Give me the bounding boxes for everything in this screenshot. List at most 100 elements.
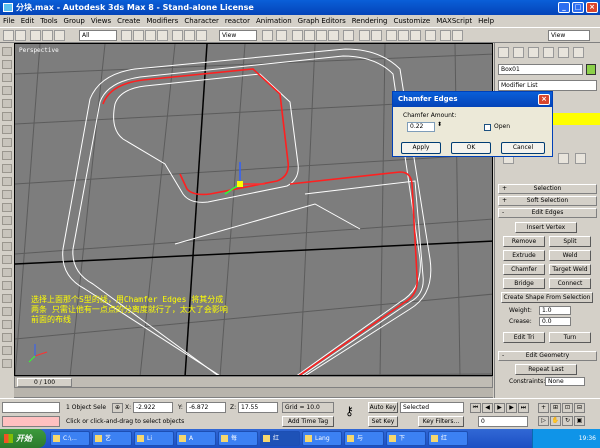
add-time-tag-button[interactable]: Add Time Tag: [282, 416, 334, 427]
select-move-icon[interactable]: [172, 30, 183, 41]
snap-toggle-icon[interactable]: [292, 30, 303, 41]
amount-spinner-icon[interactable]: ⬍: [437, 121, 442, 128]
zoom-icon[interactable]: +: [538, 403, 549, 413]
x-coordinate-field[interactable]: -2.922: [133, 402, 173, 413]
go-to-end-icon[interactable]: ⏭: [518, 403, 529, 413]
tool-icon[interactable]: [2, 164, 12, 173]
maximize-button[interactable]: □: [572, 2, 584, 13]
utilities-tab-icon[interactable]: [573, 47, 584, 58]
link-icon[interactable]: [30, 30, 41, 41]
key-mode-dropdown[interactable]: Selected: [400, 402, 464, 413]
tool-icon[interactable]: [2, 268, 12, 277]
tool-icon[interactable]: [2, 294, 12, 303]
menu-modifiers[interactable]: Modifiers: [146, 15, 178, 27]
tool-icon[interactable]: [2, 346, 12, 355]
y-coordinate-field[interactable]: -6.872: [186, 402, 226, 413]
tool-icon[interactable]: [2, 138, 12, 147]
insert-vertex-button[interactable]: Insert Vertex: [515, 222, 577, 233]
tool-icon[interactable]: [2, 151, 12, 160]
ok-button[interactable]: OK: [451, 142, 491, 154]
connect-button[interactable]: Connect: [549, 278, 591, 289]
zoom-all-icon[interactable]: ⊞: [550, 403, 561, 413]
tool-icon[interactable]: [2, 216, 12, 225]
rollout-soft-selection[interactable]: + Soft Selection: [498, 196, 597, 206]
key-icon[interactable]: ⚷: [345, 405, 354, 417]
listener-output[interactable]: [2, 416, 60, 427]
rollout-edit-edges[interactable]: - Edit Edges: [498, 208, 597, 218]
pivot-center-icon[interactable]: [262, 30, 273, 41]
minimize-button[interactable]: _: [558, 2, 570, 13]
spinner-snap-icon[interactable]: [328, 30, 339, 41]
window-crossing-icon[interactable]: [157, 30, 168, 41]
constraints-dropdown[interactable]: None: [545, 377, 585, 386]
start-button[interactable]: 开始: [0, 429, 46, 448]
time-slider-thumb[interactable]: 0 / 100: [17, 378, 72, 387]
z-coordinate-field[interactable]: 17.55: [238, 402, 278, 413]
extrude-button[interactable]: Extrude: [503, 250, 545, 261]
rectangle-selection-icon[interactable]: [145, 30, 156, 41]
menu-maxscript[interactable]: MAXScript: [436, 15, 472, 27]
render-scene-icon[interactable]: [440, 30, 451, 41]
menu-create[interactable]: Create: [117, 15, 140, 27]
turn-button[interactable]: Turn: [549, 332, 591, 343]
menu-edit[interactable]: Edit: [21, 15, 35, 27]
remove-modifier-icon[interactable]: [558, 153, 569, 164]
material-editor-icon[interactable]: [425, 30, 436, 41]
arc-rotate-icon[interactable]: ↻: [562, 416, 573, 426]
taskbar-item[interactable]: 每: [218, 431, 258, 446]
weld-button[interactable]: Weld: [549, 250, 591, 261]
align-icon[interactable]: [371, 30, 382, 41]
create-tab-icon[interactable]: [498, 47, 509, 58]
layer-manager-icon[interactable]: [386, 30, 397, 41]
chamfer-button[interactable]: Chamfer: [503, 264, 545, 275]
display-tab-icon[interactable]: [558, 47, 569, 58]
tool-icon[interactable]: [2, 99, 12, 108]
select-manipulate-icon[interactable]: [276, 30, 287, 41]
tool-icon[interactable]: [2, 255, 12, 264]
taskbar-item[interactable]: 下: [386, 431, 426, 446]
play-icon[interactable]: ▶: [494, 403, 505, 413]
zoom-extents-all-icon[interactable]: ⊟: [574, 403, 585, 413]
hierarchy-tab-icon[interactable]: [528, 47, 539, 58]
auto-key-button[interactable]: Auto Key: [368, 402, 398, 413]
modifier-list-dropdown[interactable]: Modifier List: [498, 80, 597, 91]
taskbar-item[interactable]: Li: [134, 431, 174, 446]
menu-rendering[interactable]: Rendering: [352, 15, 388, 27]
tool-icon[interactable]: [2, 112, 12, 121]
clock[interactable]: 19:36: [579, 435, 596, 442]
chamfer-amount-input[interactable]: 0.22: [407, 122, 435, 132]
apply-button[interactable]: Apply: [401, 142, 441, 154]
viewport-label[interactable]: Perspective: [19, 47, 59, 54]
menu-file[interactable]: File: [3, 15, 15, 27]
key-filters-button[interactable]: Key Filters...: [418, 416, 464, 427]
close-button[interactable]: ×: [586, 2, 598, 13]
tool-icon[interactable]: [2, 86, 12, 95]
tool-icon[interactable]: [2, 177, 12, 186]
menu-help[interactable]: Help: [478, 15, 494, 27]
edit-tri-button[interactable]: Edit Tri: [503, 332, 545, 343]
render-type-dropdown[interactable]: View: [548, 30, 590, 41]
taskbar-item[interactable]: C:\...: [50, 431, 90, 446]
modify-tab-icon[interactable]: [513, 47, 524, 58]
menu-reactor[interactable]: reactor: [225, 15, 250, 27]
go-to-start-icon[interactable]: ⏮: [470, 403, 481, 413]
motion-tab-icon[interactable]: [543, 47, 554, 58]
reference-coordinate-dropdown[interactable]: View: [219, 30, 257, 41]
taskbar-item[interactable]: 与: [344, 431, 384, 446]
undo-icon[interactable]: [3, 30, 14, 41]
tool-icon[interactable]: [2, 47, 12, 56]
tool-icon[interactable]: [2, 60, 12, 69]
bind-space-warp-icon[interactable]: [54, 30, 65, 41]
taskbar-item[interactable]: Lang: [302, 431, 342, 446]
named-selection-icon[interactable]: [343, 30, 354, 41]
tool-icon[interactable]: [2, 307, 12, 316]
rollout-selection[interactable]: + Selection: [498, 184, 597, 194]
selection-filter-dropdown[interactable]: All: [79, 30, 117, 41]
next-frame-icon[interactable]: ▶: [506, 403, 517, 413]
dialog-close-icon[interactable]: ×: [538, 94, 550, 105]
menu-tools[interactable]: Tools: [40, 15, 57, 27]
field-of-view-icon[interactable]: ▷: [538, 416, 549, 426]
split-button[interactable]: Split: [549, 236, 591, 247]
menu-group[interactable]: Group: [64, 15, 85, 27]
rollout-edit-geometry[interactable]: - Edit Geometry: [498, 351, 597, 361]
